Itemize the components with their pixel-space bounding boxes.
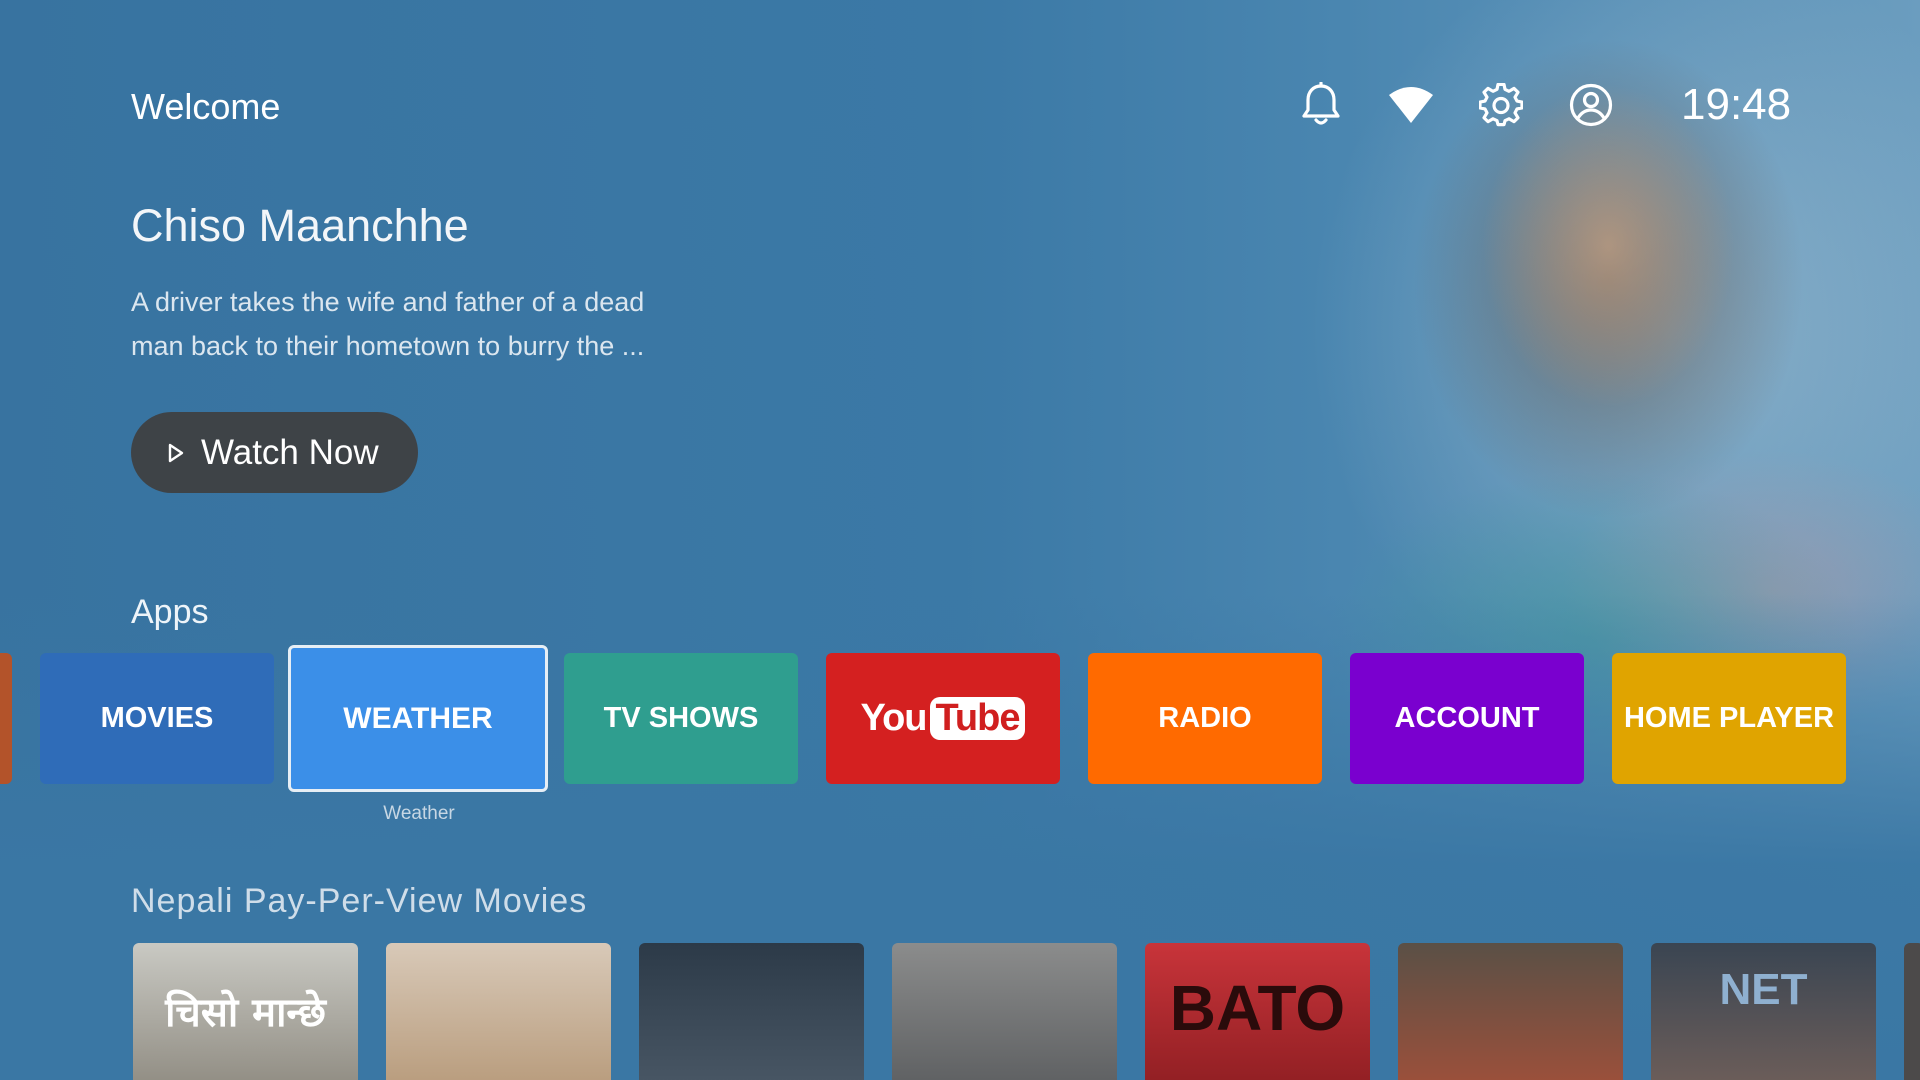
app-tile-home-player[interactable]: HOME PLAYER [1612, 653, 1846, 784]
clock: 19:48 [1681, 80, 1792, 129]
app-tile-label: HOME PLAYER [1623, 702, 1835, 734]
app-tile-label: ACCOUNT [1394, 702, 1540, 734]
poster-6[interactable] [1398, 943, 1623, 1080]
header-icons: 19:48 [1298, 80, 1791, 130]
app-tile-label: MOVIES [100, 702, 214, 734]
app-tile-label: RADIO [1158, 702, 1252, 734]
app-tile-tv-shows[interactable]: TV SHOWS [564, 653, 798, 784]
focused-app-caption: Weather [383, 803, 455, 824]
app-tile-weather[interactable]: WEATHER [288, 645, 548, 792]
app-tile-label: WEATHER [343, 701, 493, 735]
poster-4[interactable] [892, 943, 1117, 1080]
poster-bato[interactable]: BATO [1145, 943, 1370, 1080]
app-tile-movies[interactable]: MOVIES [40, 653, 274, 784]
youtube-logo: You Tube [861, 697, 1026, 740]
poster-net[interactable]: NET [1651, 943, 1876, 1080]
featured-description-line-2: man back to their hometown to burry the … [131, 331, 645, 361]
poster-2[interactable] [386, 943, 611, 1080]
featured-description-line-1: A driver takes the wife and father of a … [131, 287, 645, 317]
poster-partial[interactable] [1904, 943, 1920, 1080]
play-icon [167, 442, 185, 464]
gear-icon[interactable] [1478, 82, 1524, 128]
bell-icon[interactable] [1298, 82, 1344, 128]
featured-description: A driver takes the wife and father of a … [131, 280, 711, 368]
app-tile-partial[interactable] [0, 653, 12, 784]
poster-chiso-maanchhe[interactable]: चिसो मान्छे [133, 943, 358, 1080]
app-tile-youtube[interactable]: You Tube [826, 653, 1060, 784]
app-tile-label: TV SHOWS [603, 702, 759, 734]
app-tile-account[interactable]: ACCOUNT [1350, 653, 1584, 784]
watch-now-button[interactable]: Watch Now [131, 412, 418, 493]
wifi-icon[interactable] [1388, 82, 1434, 128]
account-circle-icon[interactable] [1568, 82, 1614, 128]
watch-now-label: Watch Now [201, 432, 379, 472]
welcome-text: Welcome [131, 86, 281, 127]
movies-section-title: Nepali Pay-Per-View Movies [131, 882, 588, 920]
poster-3[interactable] [639, 943, 864, 1080]
poster-title-text: चिसो मान्छे [165, 990, 326, 1036]
featured-title: Chiso Maanchhe [131, 200, 469, 251]
apps-section-title: Apps [131, 593, 209, 631]
app-tile-radio[interactable]: RADIO [1088, 653, 1322, 784]
poster-title-text: NET [1719, 965, 1808, 1014]
apps-row: MOVIES WEATHER TV SHOWS You Tube RADIO AC… [0, 645, 1920, 792]
poster-title-text: BATO [1169, 972, 1346, 1044]
